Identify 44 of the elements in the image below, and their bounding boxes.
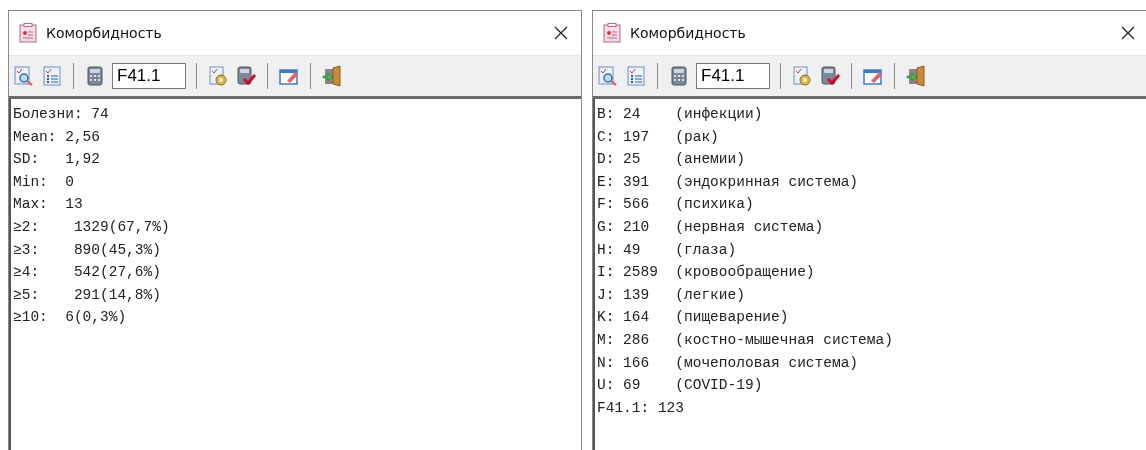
checklist-icon[interactable] (625, 65, 647, 87)
output-line: ≥3: 890(45,3%) (13, 240, 162, 260)
search-list-icon[interactable] (597, 65, 619, 87)
output-line: Mean: 2,56 (13, 127, 101, 147)
output-line: K: 164 (пищеварение) (597, 308, 790, 328)
output-line: Max: 13 (13, 195, 84, 215)
checklist-icon[interactable] (41, 65, 63, 87)
output-line: Min: 0 (13, 172, 75, 192)
calculator-check-icon[interactable] (235, 65, 257, 87)
list-gear-icon[interactable] (791, 65, 813, 87)
code-input-field[interactable]: F41.1 (696, 63, 770, 89)
output-line: G: 210 (нервная система) (597, 217, 825, 237)
clipboard-icon (603, 23, 621, 43)
output-line: F: 566 (психика) (597, 195, 755, 215)
calculator-check-icon[interactable] (819, 65, 841, 87)
exit-door-icon[interactable] (321, 65, 343, 87)
output-line: J: 139 (легкие) (597, 285, 746, 305)
close-icon[interactable] (553, 25, 569, 41)
output-line: U: 69 (COVID-19) (597, 376, 764, 396)
output-line: H: 49 (глаза) (597, 240, 738, 260)
output-line: B: 24 (инфекции) (597, 105, 764, 124)
output-line: ≥2: 1329(67,7%) (13, 217, 171, 237)
code-input-field[interactable]: F41.1 (112, 63, 186, 89)
output-line: M: 286 (костно-мышечная система) (597, 330, 894, 350)
close-icon[interactable] (1120, 25, 1136, 41)
window-title: Коморбидность (630, 25, 747, 41)
calculator-icon[interactable] (84, 65, 106, 87)
output-line: N: 166 (мочеполовая система) (597, 353, 860, 373)
exit-door-icon[interactable] (905, 65, 927, 87)
window-title: Коморбидность (46, 25, 163, 41)
calculator-icon[interactable] (668, 65, 690, 87)
output-line: Болезни: 74 (13, 105, 110, 124)
output-line: ≥10: 6(0,3%) (13, 308, 128, 328)
output-line: ≥5: 291(14,8%) (13, 285, 162, 305)
search-list-icon[interactable] (13, 65, 35, 87)
output-line: C: 197 (рак) (597, 127, 720, 147)
list-gear-icon[interactable] (207, 65, 229, 87)
output-line: F41.1: 123 (597, 398, 685, 418)
clipboard-icon (19, 23, 37, 43)
output-line: D: 25 (анемии) (597, 150, 746, 170)
output-line: E: 391 (эндокринная система) (597, 172, 860, 192)
output-line: ≥4: 542(27,6%) (13, 263, 162, 283)
output-line: SD: 1,92 (13, 150, 101, 170)
output-line: I: 2589 (кровообращение) (597, 263, 816, 283)
